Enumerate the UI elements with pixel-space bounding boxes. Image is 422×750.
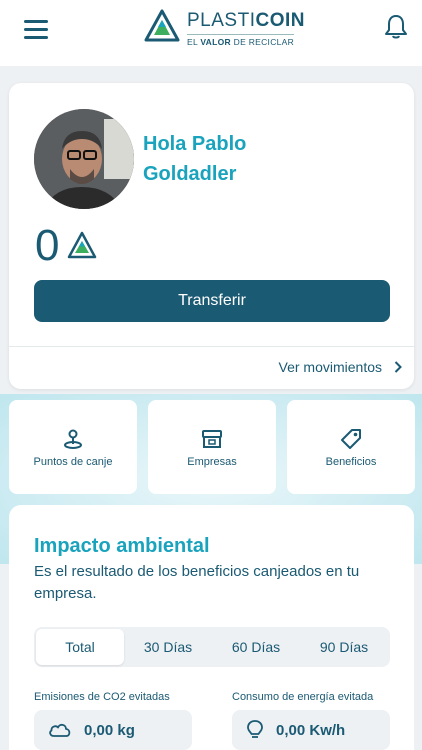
tab-30-dias[interactable]: 30 Días: [124, 629, 212, 665]
tab-90-dias[interactable]: 90 Días: [300, 629, 388, 665]
view-movements-link[interactable]: Ver movimientos: [279, 359, 402, 375]
quick-action-label: Empresas: [187, 456, 237, 468]
co2-metric-value: 0,00 kg: [84, 721, 135, 739]
impact-card: Impacto ambiental Es el resultado de los…: [9, 505, 414, 750]
view-movements-label: Ver movimientos: [278, 359, 382, 375]
quick-action-puntos-de-canje[interactable]: Puntos de canje: [9, 400, 137, 494]
greeting: Hola Pablo Goldadler: [143, 133, 247, 185]
quick-action-beneficios[interactable]: Beneficios: [287, 400, 415, 494]
quick-action-label: Beneficios: [325, 456, 377, 468]
store-icon: [202, 430, 222, 448]
period-tabs: Total 30 Días 60 Días 90 Días: [34, 627, 390, 667]
profile-card: Hola Pablo Goldadler 0 Transferir Ver mo…: [9, 83, 414, 389]
avatar: [34, 109, 134, 209]
tag-icon: [341, 429, 361, 449]
co2-metric: 0,00 kg: [34, 710, 192, 750]
cloud-icon: [49, 723, 71, 737]
app-logo: PLASTICOIN EL VALOR DE RECICLAR: [143, 8, 304, 50]
bell-icon[interactable]: [384, 14, 408, 40]
tab-60-dias[interactable]: 60 Días: [212, 629, 300, 665]
app-header: PLASTICOIN EL VALOR DE RECICLAR: [0, 0, 422, 66]
coin-balance: 0: [35, 221, 60, 270]
brand-name: PLASTICOIN: [187, 10, 305, 31]
energy-metric-value: 0,00 Kw/h: [276, 721, 346, 739]
divider: [9, 346, 414, 347]
hamburger-icon[interactable]: [24, 20, 48, 40]
lightbulb-icon: [247, 720, 263, 738]
quick-action-label: Puntos de canje: [33, 456, 113, 468]
energy-metric-label: Consumo de energía evitada: [232, 691, 374, 703]
co2-metric-label: Emisiones de CO2 evitadas: [34, 691, 170, 703]
brand-tagline: EL VALOR DE RECICLAR: [187, 34, 295, 47]
recycle-logo-icon: [144, 9, 180, 42]
plasticoin-icon: [67, 231, 97, 259]
energy-metric: 0,00 Kw/h: [232, 710, 390, 750]
chevron-right-icon: [394, 361, 402, 373]
impact-title: Impacto ambiental: [34, 535, 210, 557]
transfer-button[interactable]: Transferir: [34, 280, 390, 322]
quick-action-empresas[interactable]: Empresas: [148, 400, 276, 494]
tab-total[interactable]: Total: [36, 629, 124, 665]
impact-description: Es el resultado de los beneficios canjea…: [34, 563, 360, 602]
map-pin-icon: [64, 429, 82, 449]
